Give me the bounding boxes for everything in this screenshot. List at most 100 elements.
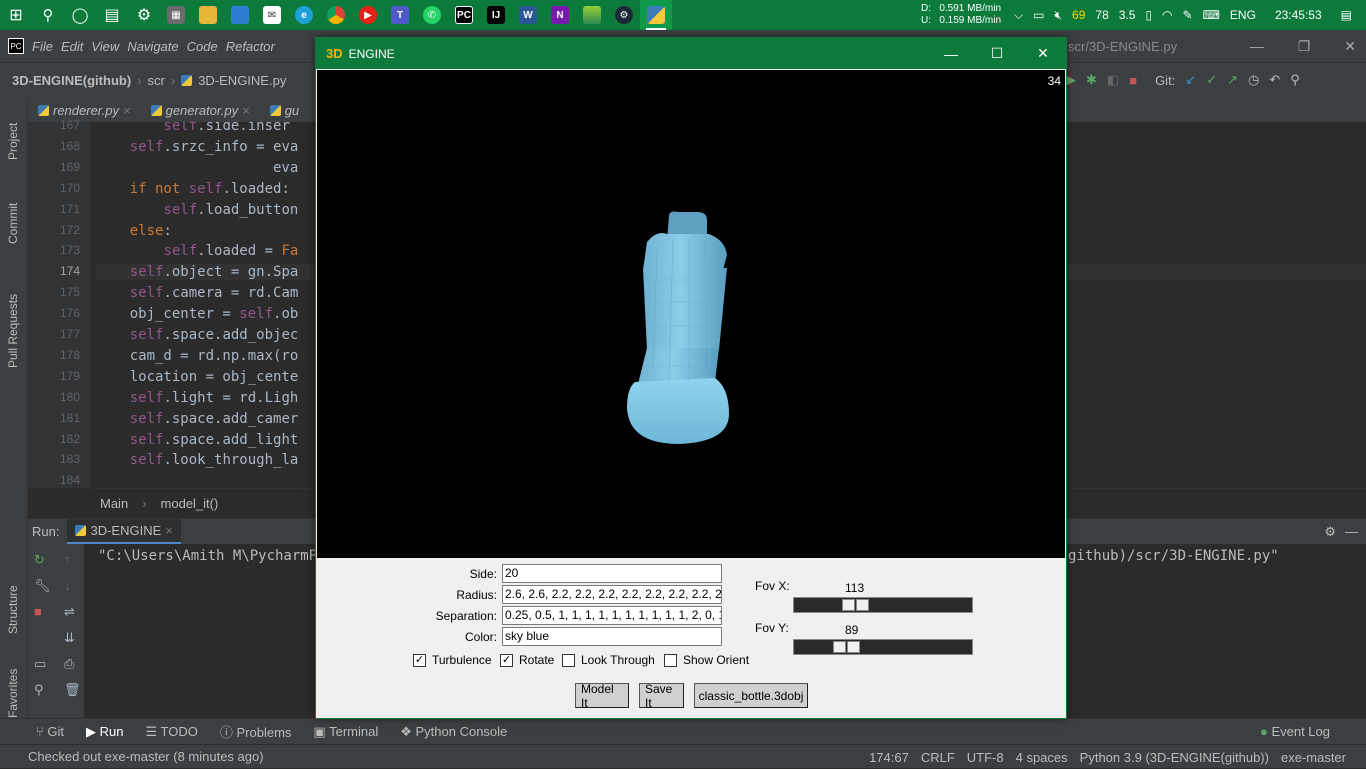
youtube-app[interactable]: ▶ (352, 0, 384, 30)
volume-mute-icon[interactable]: 🔇︎ (1054, 8, 1062, 23)
tablet-icon[interactable]: ▯ (1145, 8, 1152, 22)
load-file-button[interactable]: classic_bottle.3dobj (694, 683, 808, 708)
tool-commit[interactable]: Commit (6, 203, 20, 244)
tab-generator[interactable]: generator.py × (141, 103, 260, 118)
chrome-app[interactable] (320, 0, 352, 30)
print-icon[interactable]: ⎙ (64, 656, 74, 672)
side-input[interactable]: 20 (502, 564, 722, 583)
color-input[interactable]: sky blue (502, 627, 722, 646)
coverage-icon[interactable]: ◧ (1107, 72, 1119, 88)
breadcrumb-folder[interactable]: scr (148, 73, 165, 88)
run-icon[interactable]: ▶ (1066, 72, 1076, 88)
debug-icon[interactable]: ✱ (1086, 72, 1097, 88)
close-icon[interactable]: ✕ (1344, 38, 1356, 55)
tool-git[interactable]: ⑂ Git (36, 724, 64, 739)
pin-icon[interactable]: ⚲ (34, 682, 44, 698)
close-icon[interactable]: × (242, 103, 250, 118)
teams-app[interactable]: T (384, 0, 416, 30)
menu-view[interactable]: View (91, 39, 119, 54)
menu-refactor[interactable]: Refactor (226, 39, 275, 54)
tool-pull-requests[interactable]: Pull Requests (6, 294, 20, 368)
git-push-icon[interactable]: ↗ (1227, 72, 1238, 88)
search-button[interactable]: ⚲ (32, 0, 64, 30)
status-message[interactable]: Checked out exe-master (8 minutes ago) (28, 749, 264, 764)
git-branch[interactable]: exe-master (1281, 750, 1346, 765)
clock[interactable]: 23:45:53 (1275, 8, 1322, 22)
fov-y-slider[interactable] (793, 639, 973, 655)
pycharm-app[interactable]: PC (448, 0, 480, 30)
close-icon[interactable]: × (165, 523, 173, 538)
hide-icon[interactable]: — (1345, 524, 1358, 539)
edge-app[interactable]: e (288, 0, 320, 30)
render-viewport[interactable]: 34 (317, 70, 1065, 558)
menu-navigate[interactable]: Navigate (127, 39, 178, 54)
tool-favorites[interactable]: Favorites (6, 669, 20, 718)
history-icon[interactable]: ◷ (1248, 72, 1259, 88)
close-button[interactable]: ✕ (1020, 38, 1066, 69)
rerun-icon[interactable]: ↻ (34, 552, 45, 568)
settings-app[interactable]: ⚙ (128, 0, 160, 30)
line-separator[interactable]: CRLF (921, 750, 955, 765)
wifi-icon[interactable]: ◠ (1162, 8, 1172, 22)
wrench-icon[interactable]: 🔧︎ (34, 578, 51, 594)
intellij-app[interactable]: IJ (480, 0, 512, 30)
start-button[interactable]: ⊞ (0, 0, 32, 30)
menu-code[interactable]: Code (187, 39, 218, 54)
down-icon[interactable]: ↓ (64, 578, 71, 593)
file-encoding[interactable]: UTF-8 (967, 750, 1004, 765)
wrap-icon[interactable]: ⇌ (64, 604, 75, 620)
run-tab[interactable]: 3D-ENGINE × (67, 519, 181, 544)
calculator-app[interactable]: ▦ (160, 0, 192, 30)
rollback-icon[interactable]: ↶ (1269, 72, 1280, 88)
fov-x-slider[interactable] (793, 597, 973, 613)
slider-handle[interactable] (842, 599, 855, 611)
code-crumb-main[interactable]: Main (100, 496, 128, 511)
minimize-button[interactable]: — (928, 38, 974, 69)
onenote-app[interactable]: N (544, 0, 576, 30)
file-explorer-app[interactable] (192, 0, 224, 30)
engine-app[interactable] (640, 0, 672, 30)
task-view-button[interactable]: ▤ (96, 0, 128, 30)
caret-position[interactable]: 174:67 (869, 750, 909, 765)
search-everywhere-icon[interactable]: ⚲ (1290, 72, 1300, 88)
trash-icon[interactable]: 🗑︎ (64, 682, 81, 698)
whatsapp-app[interactable]: ✆ (416, 0, 448, 30)
show-orient-checkbox[interactable]: Show Orient (664, 653, 749, 667)
turbulence-checkbox[interactable]: ✓ Turbulence (413, 653, 492, 667)
tab-gui[interactable]: gu (260, 103, 309, 118)
slider-handle[interactable] (833, 641, 846, 653)
restore-icon[interactable]: ❐ (1298, 38, 1311, 55)
files-app[interactable] (224, 0, 256, 30)
breadcrumb-project[interactable]: 3D-ENGINE(github) (12, 73, 131, 88)
scroll-end-icon[interactable]: ⇊ (64, 630, 75, 646)
separation-input[interactable]: 0.25, 0.5, 1, 1, 1, 1, 1, 1, 1, 1, 1, 1,… (502, 606, 722, 625)
python-interpreter[interactable]: Python 3.9 (3D-ENGINE(github)) (1080, 750, 1269, 765)
breadcrumb-file[interactable]: 3D-ENGINE.py (198, 73, 286, 88)
radius-input[interactable]: 2.6, 2.6, 2.2, 2.2, 2.2, 2.2, 2.2, 2.2, … (502, 585, 722, 604)
look-through-checkbox[interactable]: Look Through (562, 653, 655, 667)
save-it-button[interactable]: Save It (639, 682, 684, 710)
word-app[interactable]: W (512, 0, 544, 30)
tool-project[interactable]: Project (6, 123, 20, 160)
chevron-up-icon[interactable]: ⌵ (1014, 8, 1023, 23)
pen-icon[interactable]: ✎ (1183, 8, 1193, 22)
engine-title-bar[interactable]: 3D ENGINE — ☐ ✕ (316, 38, 1066, 69)
bluestacks-app[interactable] (576, 0, 608, 30)
maximize-button[interactable]: ☐ (974, 38, 1020, 69)
slider-handle[interactable] (847, 641, 860, 653)
up-icon[interactable]: ↑ (64, 552, 71, 567)
steam-app[interactable]: ⚙ (608, 0, 640, 30)
minimize-icon[interactable]: — (1250, 38, 1264, 55)
stop-icon[interactable]: ■ (34, 604, 42, 619)
battery-icon[interactable]: ▭ (1033, 8, 1044, 22)
tool-event-log[interactable]: ● Event Log (1260, 724, 1330, 739)
git-update-icon[interactable]: ↙ (1185, 72, 1196, 88)
tool-terminal[interactable]: ▣ Terminal (313, 724, 378, 740)
gear-icon[interactable]: ⚙ (1324, 524, 1336, 540)
git-commit-icon[interactable]: ✓ (1206, 72, 1217, 88)
keyboard-icon[interactable]: ⌨ (1203, 8, 1220, 22)
tool-python-console[interactable]: ❖ Python Console (400, 724, 507, 740)
tool-todo[interactable]: ☰ TODO (146, 724, 198, 740)
tool-run[interactable]: ▶ Run (86, 724, 123, 740)
stop-icon[interactable]: ■ (1129, 73, 1137, 88)
